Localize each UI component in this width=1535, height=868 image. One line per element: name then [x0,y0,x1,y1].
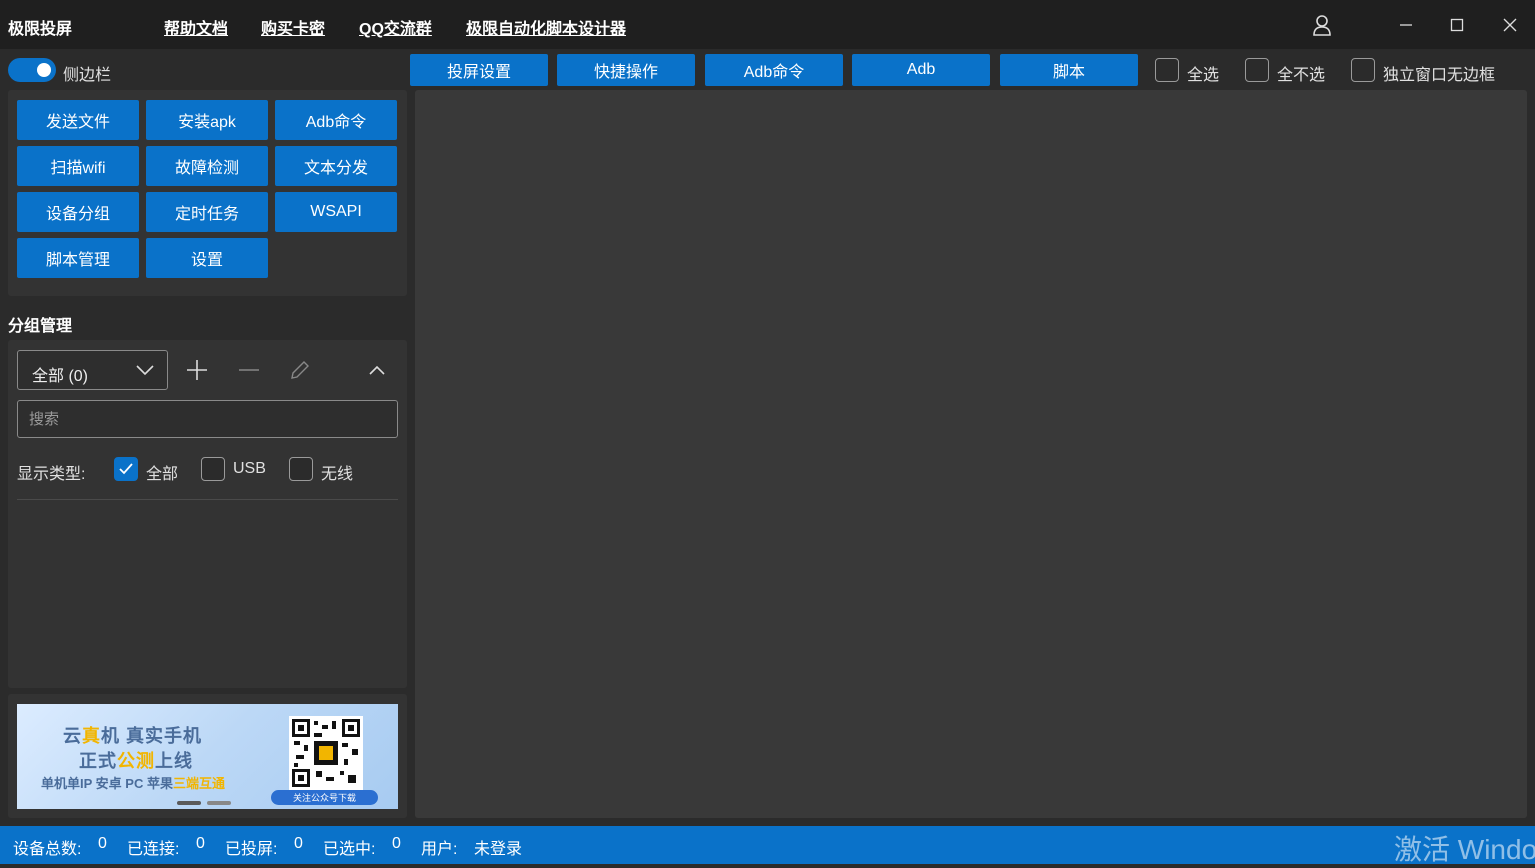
minimize-icon[interactable] [1389,8,1423,42]
tab-mirror-settings[interactable]: 投屏设置 [410,54,548,86]
search-input[interactable] [17,400,398,438]
display-all-checkbox[interactable] [114,457,138,481]
display-usb-label: USB [233,460,266,477]
edit-group-icon[interactable] [284,354,316,386]
display-usb-checkbox[interactable] [201,457,225,481]
add-group-icon[interactable] [181,354,213,386]
adb-command-button[interactable]: Adb命令 [275,100,397,140]
select-none-checkbox[interactable] [1245,58,1269,82]
app-title: 极限投屏 [8,21,73,38]
qr-code-icon [289,716,363,790]
ad-banner[interactable]: 云真机 真实手机 正式公测上线 单机单IP 安卓 PC 苹果三端互通 关注公众号… [17,704,398,809]
script-designer-link[interactable]: 极限自动化脚本设计器 [466,15,626,39]
group-select[interactable]: 全部 (0) [17,350,168,390]
display-type-label: 显示类型: [17,466,86,483]
qq-group-link[interactable]: QQ交流群 [359,15,432,39]
display-all-label: 全部 [146,466,179,483]
display-wireless-label: 无线 [321,466,354,483]
carousel-dots [177,792,237,809]
select-none-label: 全不选 [1277,67,1326,84]
scheduled-task-button[interactable]: 定时任务 [146,192,268,232]
tab-quick-actions[interactable]: 快捷操作 [557,54,695,86]
group-section-title: 分组管理 [8,318,73,335]
device-group-button[interactable]: 设备分组 [17,192,139,232]
send-file-button[interactable]: 发送文件 [17,100,139,140]
script-manage-button[interactable]: 脚本管理 [17,238,139,278]
close-icon[interactable] [1493,8,1527,42]
sidebar-toggle-label: 侧边栏 [63,67,112,84]
connected-value: 0 [196,835,205,852]
banner-line2: 正式公测上线 [79,751,193,771]
sidebar-toggle[interactable] [8,58,56,82]
group-select-value: 全部 (0) [32,368,89,385]
group-divider [17,499,398,500]
tab-adb-command[interactable]: Adb命令 [705,54,843,86]
banner-line1: 云真机 真实手机 [63,726,203,746]
help-docs-link[interactable]: 帮助文档 [164,15,228,39]
chevron-up-icon[interactable] [361,354,393,386]
remove-group-icon[interactable] [233,354,265,386]
mirrored-label: 已投屏: [225,841,278,858]
user-value: 未登录 [474,841,523,858]
title-bar: 极限投屏 帮助文档 购买卡密 QQ交流群 极限自动化脚本设计器 [0,0,1535,50]
display-wireless-checkbox[interactable] [289,457,313,481]
borderless-window-label: 独立窗口无边框 [1383,67,1496,84]
tab-script[interactable]: 脚本 [1000,54,1138,86]
chevron-down-icon [135,362,155,383]
tab-adb[interactable]: Adb [852,54,990,86]
install-apk-button[interactable]: 安装apk [146,100,268,140]
screen-mirror-area [415,90,1527,818]
selected-value: 0 [392,835,401,852]
borderless-window-checkbox[interactable] [1351,58,1375,82]
fault-detect-button[interactable]: 故障检测 [146,146,268,186]
user-icon[interactable] [1305,8,1339,42]
banner-line3: 单机单IP 安卓 PC 苹果三端互通 [41,776,225,791]
total-devices-label: 设备总数: [13,841,82,858]
select-all-label: 全选 [1187,67,1220,84]
buy-key-link[interactable]: 购买卡密 [261,15,325,39]
wsapi-button[interactable]: WSAPI [275,192,397,232]
maximize-icon[interactable] [1440,8,1474,42]
group-panel [8,340,407,688]
activation-watermark: 激活 Windo [1394,834,1535,865]
text-distribute-button[interactable]: 文本分发 [275,146,397,186]
total-devices-value: 0 [98,835,107,852]
toggle-knob [37,63,51,77]
selected-label: 已选中: [323,841,376,858]
user-label: 用户: [421,841,458,858]
connected-label: 已连接: [127,841,180,858]
mirrored-value: 0 [294,835,303,852]
check-icon [119,463,133,475]
settings-button[interactable]: 设置 [146,238,268,278]
qr-caption: 关注公众号下载 [271,790,378,805]
status-bar: 设备总数: 0 已连接: 0 已投屏: 0 已选中: 0 用户: 未登录 [0,826,1535,864]
scan-wifi-button[interactable]: 扫描wifi [17,146,139,186]
select-all-checkbox[interactable] [1155,58,1179,82]
